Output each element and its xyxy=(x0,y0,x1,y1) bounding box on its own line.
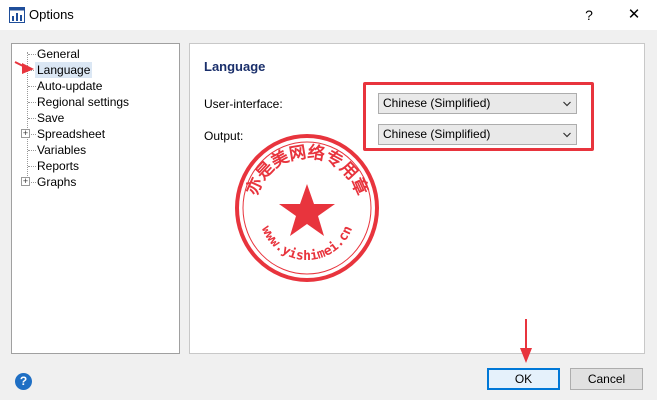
tree-item-regional-settings[interactable]: Regional settings xyxy=(12,94,179,110)
svg-text:www.yishimei.cn: www.yishimei.cn xyxy=(258,224,356,264)
tree-item-label: Graphs xyxy=(37,175,77,189)
options-tree: General Language Auto-update Regional se… xyxy=(11,43,180,354)
tree-connector xyxy=(28,102,36,103)
stamp-text-bottom: www.yishimei.cn xyxy=(258,224,356,264)
ok-button[interactable]: OK xyxy=(487,368,560,390)
title-bar: Options ? ✕ xyxy=(0,0,657,30)
star-icon xyxy=(279,184,335,236)
watermark-stamp: 亦是美网络专用章 www.yishimei.cn xyxy=(235,134,379,282)
tree-item-reports[interactable]: Reports xyxy=(12,158,179,174)
tree-item-label: Auto-update xyxy=(37,79,103,93)
cancel-button[interactable]: Cancel xyxy=(570,368,643,390)
expand-plus-icon[interactable]: + xyxy=(21,177,30,186)
tree-item-label: Save xyxy=(37,111,65,125)
tree-item-auto-update[interactable]: Auto-update xyxy=(12,78,179,94)
close-button[interactable]: ✕ xyxy=(617,3,651,27)
tree-connector xyxy=(28,86,36,87)
red-arrow-icon xyxy=(14,61,34,74)
help-icon[interactable]: ? xyxy=(15,373,32,390)
red-highlight-box xyxy=(363,82,594,151)
title-help-button[interactable]: ? xyxy=(574,3,604,27)
tree-item-label: General xyxy=(37,47,80,61)
tree-item-variables[interactable]: Variables xyxy=(12,142,179,158)
user-interface-label: User-interface: xyxy=(204,97,283,111)
tree-item-language[interactable]: Language xyxy=(12,62,179,78)
tree-item-graphs[interactable]: + Graphs xyxy=(12,174,179,190)
tree-item-save[interactable]: Save xyxy=(12,110,179,126)
red-arrow-icon xyxy=(520,319,532,363)
tree-connector xyxy=(28,54,36,55)
tree-item-label: Language xyxy=(35,62,93,78)
tree-item-label: Reports xyxy=(37,159,80,173)
section-title: Language xyxy=(204,59,266,74)
tree-connector xyxy=(28,150,36,151)
tree-item-label: Regional settings xyxy=(37,95,130,109)
tree-item-general[interactable]: General xyxy=(12,46,179,62)
language-panel: Language User-interface: Chinese (Simpli… xyxy=(189,43,645,354)
app-chart-icon xyxy=(9,7,25,23)
tree-item-label: Spreadsheet xyxy=(37,127,106,141)
tree-connector xyxy=(28,118,36,119)
window-title: Options xyxy=(29,7,74,22)
tree-connector xyxy=(28,166,36,167)
tree-item-label: Variables xyxy=(37,143,87,157)
tree-item-spreadsheet[interactable]: + Spreadsheet xyxy=(12,126,179,142)
expand-plus-icon[interactable]: + xyxy=(21,129,30,138)
